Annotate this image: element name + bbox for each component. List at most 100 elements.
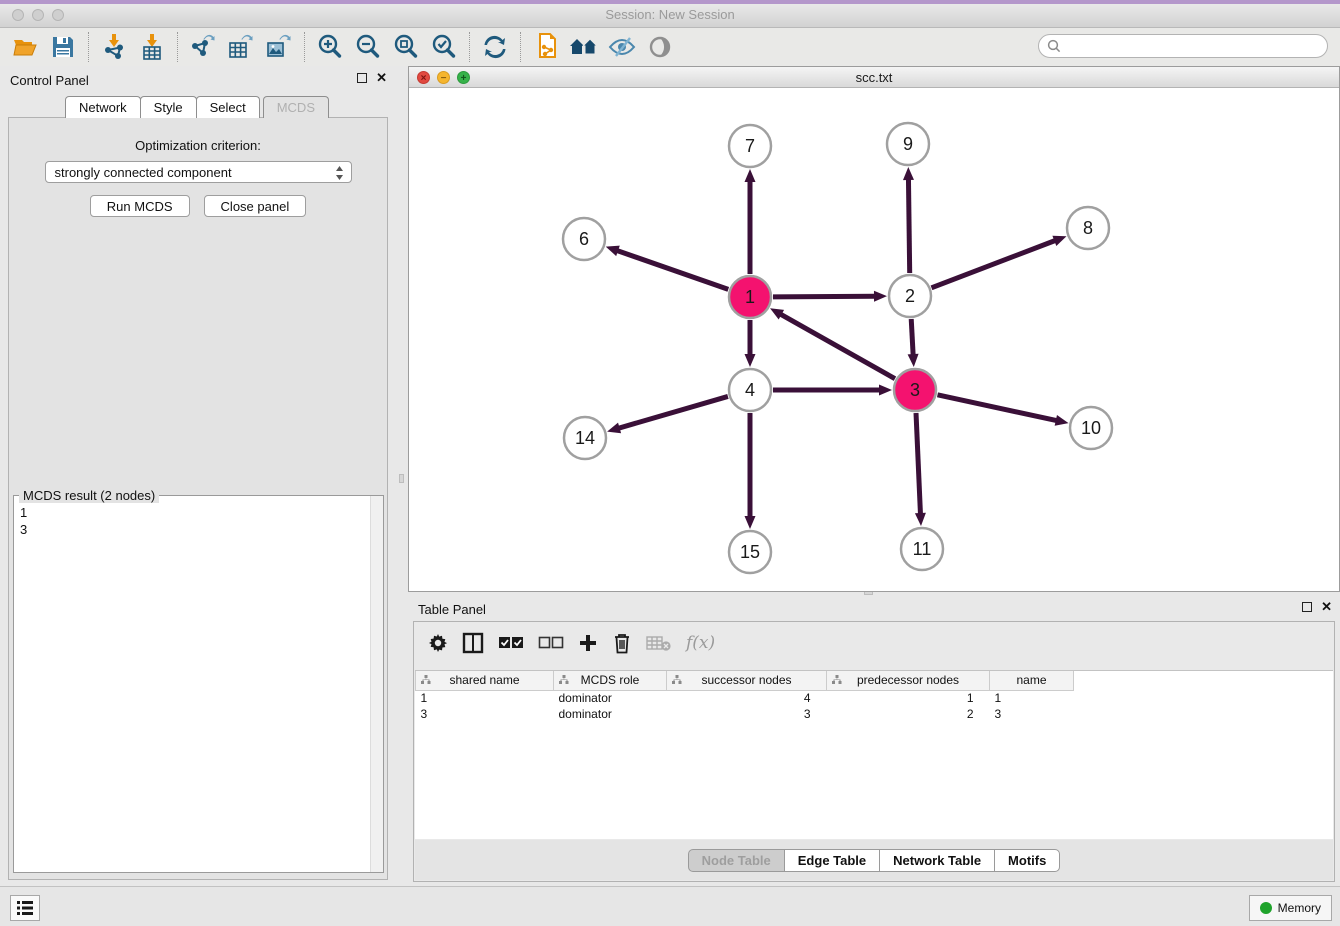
search-box[interactable] xyxy=(1038,34,1328,58)
edge-arrowhead xyxy=(745,516,756,529)
edge-arrowhead xyxy=(1052,236,1066,246)
float-panel-icon[interactable] xyxy=(1302,602,1312,612)
attribute-icon xyxy=(559,675,569,685)
tab-style[interactable]: Style xyxy=(140,96,197,118)
import-network-icon[interactable] xyxy=(95,31,133,63)
table-cell[interactable]: 2 xyxy=(827,706,990,722)
optimization-criterion-label: Optimization criterion: xyxy=(9,138,387,153)
run-mcds-button[interactable]: Run MCDS xyxy=(90,195,190,217)
table-cell[interactable]: dominator xyxy=(554,690,667,706)
graph-edge-1-2[interactable] xyxy=(773,296,876,297)
eye-slash-icon[interactable] xyxy=(603,31,641,63)
table-cell[interactable]: 3 xyxy=(416,706,554,722)
open-session-icon[interactable] xyxy=(6,31,44,63)
delete-column-icon[interactable] xyxy=(612,632,632,654)
table-tabs-bar: Node Table Edge Table Network Table Moti… xyxy=(415,840,1333,880)
graph-edge-3-10[interactable] xyxy=(937,395,1057,421)
network-canvas[interactable]: 7968124314101511 xyxy=(409,88,1339,591)
column-header[interactable]: successor nodes xyxy=(667,671,827,690)
tab-select[interactable]: Select xyxy=(196,96,260,118)
tab-mcds[interactable]: MCDS xyxy=(263,96,329,118)
node-table[interactable]: shared nameMCDS rolesuccessor nodesprede… xyxy=(415,670,1333,839)
column-header[interactable]: name xyxy=(990,671,1074,690)
close-panel-icon[interactable]: ✕ xyxy=(376,73,387,83)
task-list-button[interactable] xyxy=(10,895,40,921)
table-cell[interactable]: dominator xyxy=(554,706,667,722)
list-icon xyxy=(16,900,34,916)
tab-edge-table[interactable]: Edge Table xyxy=(784,849,880,872)
float-panel-icon[interactable] xyxy=(357,73,367,83)
result-scrollbar[interactable] xyxy=(370,496,383,872)
graph-edge-4-14[interactable] xyxy=(618,396,728,428)
deselect-all-icon[interactable] xyxy=(538,636,564,650)
table-row[interactable]: 1dominator411 xyxy=(416,690,1074,706)
graph-edge-3-1[interactable] xyxy=(780,314,895,379)
close-panel-button[interactable]: Close panel xyxy=(204,195,307,217)
tab-motifs[interactable]: Motifs xyxy=(994,849,1060,872)
close-panel-icon[interactable]: ✕ xyxy=(1321,602,1332,612)
graph-edge-3-11[interactable] xyxy=(916,413,920,515)
table-cell[interactable]: 4 xyxy=(667,690,827,706)
tab-network[interactable]: Network xyxy=(65,96,141,118)
table-cell[interactable]: 3 xyxy=(667,706,827,722)
export-image-icon[interactable] xyxy=(260,31,298,63)
node-label: 10 xyxy=(1081,418,1101,438)
houses-icon[interactable] xyxy=(565,31,603,63)
graph-edge-1-6[interactable] xyxy=(616,250,728,289)
graph-edge-2-3[interactable] xyxy=(911,319,913,356)
control-panel-tabs: Network Style Select MCDS xyxy=(0,96,395,118)
optimization-criterion-select[interactable]: strongly connected component xyxy=(45,161,352,183)
memory-button[interactable]: Memory xyxy=(1249,895,1332,921)
import-table-icon[interactable] xyxy=(133,31,171,63)
add-column-icon[interactable] xyxy=(578,633,598,653)
table-row[interactable]: 3dominator323 xyxy=(416,706,1074,722)
network-document-icon[interactable] xyxy=(527,31,565,63)
export-table-icon[interactable] xyxy=(222,31,260,63)
table-cell[interactable]: 1 xyxy=(416,690,554,706)
window-title: Session: New Session xyxy=(0,7,1340,22)
toolbar-separator xyxy=(304,32,305,62)
search-input[interactable] xyxy=(1061,37,1327,55)
table-cell[interactable]: 1 xyxy=(827,690,990,706)
toolbar-separator xyxy=(469,32,470,62)
table-panel: Table Panel ✕ xyxy=(408,595,1340,886)
zoom-selected-icon[interactable] xyxy=(425,31,463,63)
splitter-handle[interactable] xyxy=(399,474,404,483)
column-header[interactable]: MCDS role xyxy=(554,671,667,690)
function-icon[interactable]: f(x) xyxy=(686,633,715,653)
eye-icon[interactable] xyxy=(641,31,679,63)
attribute-icon xyxy=(832,675,842,685)
tab-node-table[interactable]: Node Table xyxy=(688,849,785,872)
edge-arrowhead xyxy=(915,513,926,526)
node-label: 11 xyxy=(913,539,932,559)
split-columns-icon[interactable] xyxy=(462,632,484,654)
graph-edge-2-8[interactable] xyxy=(931,240,1056,288)
table-cell[interactable]: 1 xyxy=(990,690,1074,706)
select-all-icon[interactable] xyxy=(498,636,524,650)
zoom-out-icon[interactable] xyxy=(349,31,387,63)
table-cell[interactable]: 3 xyxy=(990,706,1074,722)
column-header[interactable]: shared name xyxy=(416,671,554,690)
node-label: 14 xyxy=(575,428,595,448)
delete-table-icon[interactable] xyxy=(646,634,672,652)
edge-arrowhead xyxy=(606,246,620,256)
vertical-splitter[interactable] xyxy=(398,66,405,592)
mcds-result-title: MCDS result (2 nodes) xyxy=(19,488,159,503)
gear-icon[interactable] xyxy=(428,633,448,653)
mcds-panel: Optimization criterion: strongly connect… xyxy=(8,117,388,880)
column-header[interactable]: predecessor nodes xyxy=(827,671,990,690)
export-network-icon[interactable] xyxy=(184,31,222,63)
refresh-icon[interactable] xyxy=(476,31,514,63)
network-window-titlebar[interactable]: × − + scc.txt xyxy=(409,67,1339,88)
toolbar-separator xyxy=(88,32,89,62)
network-graph[interactable]: 7968124314101511 xyxy=(409,88,1339,591)
table-toolbar: f(x) xyxy=(414,622,1334,664)
graph-edge-2-9[interactable] xyxy=(908,178,909,273)
control-panel-title: Control Panel xyxy=(10,73,89,88)
save-session-icon[interactable] xyxy=(44,31,82,63)
mcds-result-text[interactable]: 1 3 xyxy=(14,502,369,872)
zoom-fit-icon[interactable] xyxy=(387,31,425,63)
tab-network-table[interactable]: Network Table xyxy=(879,849,995,872)
table-panel-box: f(x) shared nameMCDS rolesuccessor nodes… xyxy=(413,621,1335,882)
zoom-in-icon[interactable] xyxy=(311,31,349,63)
